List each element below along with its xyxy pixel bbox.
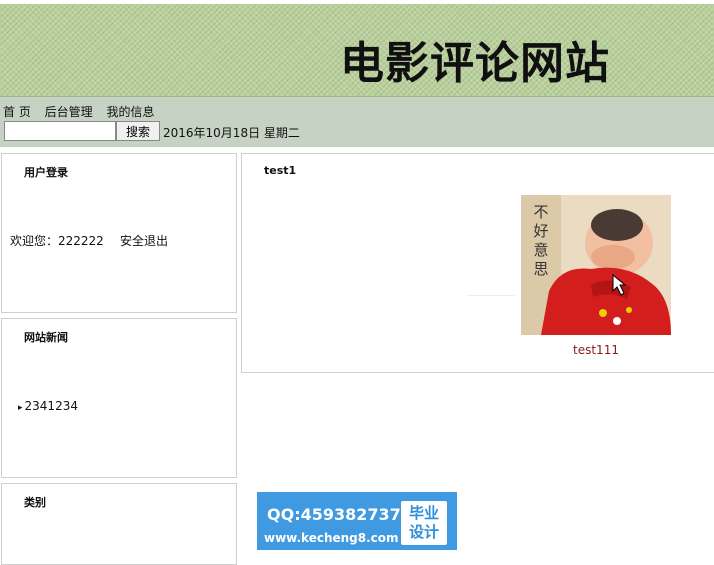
site-banner: 电影评论网站 xyxy=(0,4,714,97)
poster-text-char-2: 好 xyxy=(533,222,548,240)
current-date: 2016年10月18日 星期二 xyxy=(163,126,300,140)
category-panel-title: 类别 xyxy=(24,496,46,509)
watermark-banner: QQ:459382737 www.kecheng8.com 毕业 设计 xyxy=(257,492,457,550)
news-panel-title: 网站新闻 xyxy=(24,331,68,344)
nav-home-link[interactable]: 首 页 xyxy=(3,105,31,119)
news-panel: 网站新闻 ▸ 2341234 xyxy=(1,318,237,478)
category-panel: 类别 xyxy=(1,483,237,565)
search-input[interactable] xyxy=(4,121,116,141)
main-nav: 首 页 后台管理 我的信息 xyxy=(3,103,165,120)
nav-my-info-link[interactable]: 我的信息 xyxy=(107,105,155,119)
login-panel: 用户登录 欢迎您：222222 安全退出 xyxy=(1,153,237,313)
logout-link[interactable]: 安全退出 xyxy=(120,232,168,249)
watermark-badge-line1: 毕业 xyxy=(408,504,439,522)
login-panel-title: 用户登录 xyxy=(24,166,68,179)
poster-illustration: 不 好 意 思 xyxy=(521,195,671,335)
top-toolbar: 首 页 后台管理 我的信息 搜索 2016年10月18日 星期二 xyxy=(0,97,714,147)
movie-caption-link[interactable]: test111 xyxy=(521,343,671,357)
welcome-text: 欢迎您：222222 xyxy=(10,234,104,248)
poster-text-char-1: 不 xyxy=(533,203,548,221)
news-item-link[interactable]: ▸ 2341234 xyxy=(18,399,78,413)
search-button[interactable]: 搜索 xyxy=(116,121,160,141)
watermark-qq: QQ:459382737 xyxy=(267,505,401,524)
watermark-badge-line2: 设计 xyxy=(408,523,439,541)
poster-text-char-4: 思 xyxy=(533,260,548,278)
nav-admin-link[interactable]: 后台管理 xyxy=(45,105,93,119)
divider xyxy=(467,295,515,296)
poster-text-char-3: 意 xyxy=(533,241,548,259)
news-item-label: 2341234 xyxy=(24,399,78,413)
movie-list-title: test1 xyxy=(264,164,297,177)
movie-poster-image[interactable]: 不 好 意 思 xyxy=(521,195,671,335)
movie-list-panel: test1 不 好 意 思 test111 xyxy=(241,153,714,373)
site-title: 电影评论网站 xyxy=(340,38,610,89)
watermark-badge: 毕业 设计 xyxy=(401,501,447,545)
watermark-site: www.kecheng8.com xyxy=(264,531,399,545)
bullet-icon: ▸ xyxy=(18,403,23,413)
